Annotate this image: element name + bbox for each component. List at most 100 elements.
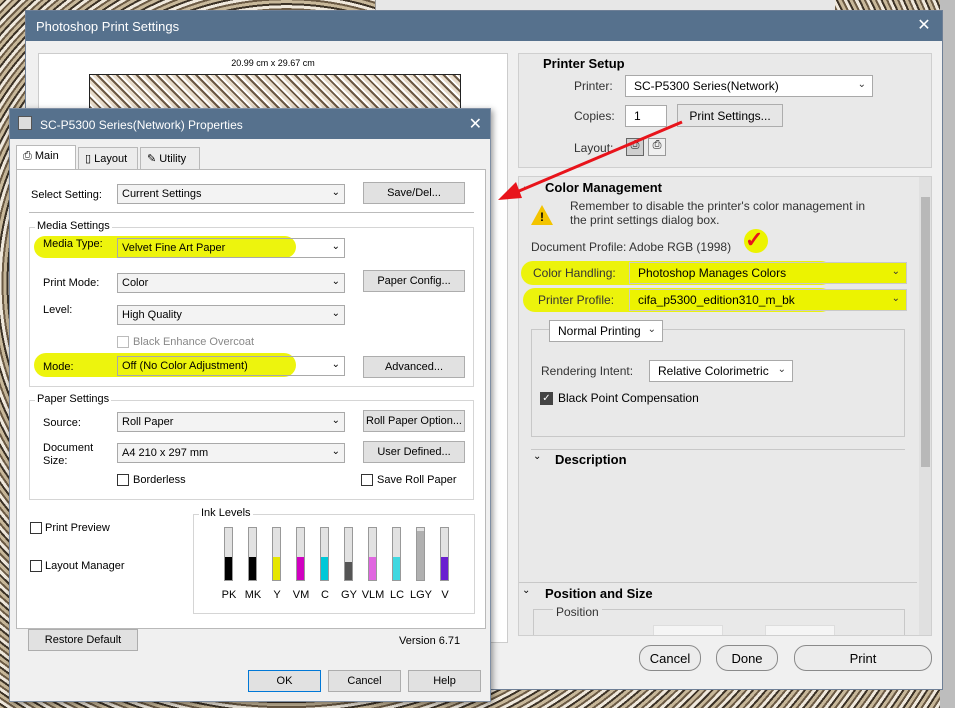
position-label: Position: [553, 605, 602, 619]
ink-fill-vlm: [369, 557, 376, 580]
close-icon[interactable]: ✕: [914, 15, 934, 35]
level-label: Level:: [43, 304, 73, 316]
document-size-value: A4 210 x 297 mm: [122, 447, 209, 459]
chevron-down-icon[interactable]: ⌄: [522, 585, 530, 596]
red-arrow-annotation: [498, 120, 683, 200]
printer-icon: ⎙: [23, 150, 35, 162]
ink-fill-pk: [225, 557, 232, 580]
tab-utility-label: Utility: [159, 153, 187, 165]
print-button[interactable]: Print: [794, 645, 932, 671]
source-value: Roll Paper: [122, 416, 174, 428]
cancel-button[interactable]: Cancel: [328, 670, 401, 692]
position-size-title: Position and Size: [545, 586, 653, 601]
media-type-value: Velvet Fine Art Paper: [122, 242, 226, 254]
ink-fill-mk: [249, 557, 256, 580]
source-label: Source:: [43, 417, 81, 429]
select-setting-select[interactable]: Current Settings ⌄: [117, 184, 345, 204]
rendering-intent-select[interactable]: Relative Colorimetric ⌄: [649, 360, 793, 382]
tab-layout[interactable]: ▯ Layout: [78, 147, 138, 169]
document-label: Document: [43, 442, 94, 454]
printer-select[interactable]: SC-P5300 Series(Network) ⌄: [625, 75, 873, 97]
ok-button[interactable]: OK: [248, 670, 321, 692]
page-icon: ▯: [85, 153, 95, 165]
window-titlebar: Photoshop Print Settings ✕: [26, 11, 942, 41]
position-x-field[interactable]: [653, 625, 723, 635]
ink-label-vm: VM: [292, 589, 310, 601]
user-defined-button[interactable]: User Defined...: [363, 441, 465, 463]
printer-label: Printer:: [574, 79, 613, 93]
ink-label-v: V: [441, 589, 449, 601]
normal-printing-select[interactable]: Normal Printing ⌄: [549, 320, 663, 342]
chevron-down-icon: ⌄: [777, 364, 786, 375]
tab-layout-label: Layout: [94, 153, 128, 165]
dialog-titlebar: SC-P5300 Series(Network) Properties ✕: [10, 109, 490, 139]
black-point-checkbox[interactable]: ✓: [540, 392, 553, 405]
done-button[interactable]: Done: [716, 645, 778, 671]
roll-paper-option-button[interactable]: Roll Paper Option...: [363, 410, 465, 432]
color-handling-label: Color Handling:: [533, 266, 616, 280]
layout-manager-label: Layout Manager: [45, 560, 125, 572]
close-icon[interactable]: ✕: [469, 114, 482, 134]
document-size-select[interactable]: A4 210 x 297 mm ⌄: [117, 443, 345, 463]
wrench-icon: ✎: [147, 153, 160, 165]
divider: [531, 449, 905, 450]
description-title: Description: [555, 452, 627, 467]
chevron-down-icon: ⌄: [331, 276, 340, 287]
ink-bar-gy: [344, 527, 353, 581]
save-roll-paper-checkbox[interactable]: [361, 474, 373, 486]
ink-bar-lc: [392, 527, 401, 581]
dialog-title: SC-P5300 Series(Network) Properties: [40, 118, 243, 132]
mode-label: Mode:: [43, 361, 74, 373]
chevron-down-icon[interactable]: ⌄: [533, 451, 541, 462]
tab-main-label: Main: [34, 150, 59, 162]
ink-label-y: Y: [273, 589, 281, 601]
color-handling-select[interactable]: Photoshop Manages Colors ⌄: [629, 262, 907, 284]
rendering-intent-label: Rendering Intent:: [541, 364, 634, 378]
tab-main[interactable]: ⎙ Main: [16, 145, 76, 170]
epson-properties-dialog: SC-P5300 Series(Network) Properties ✕ ⎙ …: [9, 108, 491, 702]
ink-label-lc: LC: [389, 589, 405, 601]
source-select[interactable]: Roll Paper ⌄: [117, 412, 345, 432]
print-mode-select[interactable]: Color ⌄: [117, 273, 345, 293]
black-point-label: Black Point Compensation: [558, 391, 699, 405]
restore-default-button[interactable]: Restore Default: [28, 629, 138, 651]
ink-bar-c: [320, 527, 329, 581]
save-del-button[interactable]: Save/Del...: [363, 182, 465, 204]
help-button[interactable]: Help: [408, 670, 481, 692]
level-select[interactable]: High Quality ⌄: [117, 305, 345, 325]
media-type-select[interactable]: Velvet Fine Art Paper ⌄: [117, 238, 345, 258]
scrollbar-thumb[interactable]: [921, 197, 930, 467]
ink-bar-v: [440, 527, 449, 581]
paper-settings-label: Paper Settings: [35, 393, 112, 405]
print-preview-checkbox[interactable]: [30, 522, 42, 534]
printer-profile-select[interactable]: cifa_p5300_edition310_m_bk ⌄: [629, 289, 907, 311]
divider: [29, 212, 474, 213]
ink-label-pk: PK: [221, 589, 237, 601]
ink-label-vlm: VLM: [361, 589, 385, 601]
tab-utility[interactable]: ✎ Utility: [140, 147, 200, 169]
media-settings-label: Media Settings: [35, 220, 112, 232]
cancel-button[interactable]: Cancel: [639, 645, 701, 671]
paper-dimensions: 20.99 cm x 29.67 cm: [231, 58, 315, 68]
paper-config-button[interactable]: Paper Config...: [363, 270, 465, 292]
select-setting-value: Current Settings: [122, 188, 202, 200]
black-enhance-checkbox[interactable]: [117, 336, 129, 348]
mode-select[interactable]: Off (No Color Adjustment) ⌄: [117, 356, 345, 376]
print-settings-button[interactable]: Print Settings...: [677, 104, 783, 127]
size-label: Size:: [43, 455, 68, 467]
ink-bar-vm: [296, 527, 305, 581]
warning-icon-mark: !: [540, 210, 544, 224]
borderless-checkbox[interactable]: [117, 474, 129, 486]
advanced-button[interactable]: Advanced...: [363, 356, 465, 378]
ink-label-gy: GY: [341, 589, 357, 601]
ink-bar-mk: [248, 527, 257, 581]
chevron-down-icon: ⌄: [331, 241, 340, 252]
position-y-field[interactable]: [765, 625, 835, 635]
mode-value: Off (No Color Adjustment): [122, 360, 248, 372]
document-profile: Document Profile: Adobe RGB (1998): [531, 240, 732, 254]
select-setting-label: Select Setting:: [31, 189, 102, 201]
ink-label-c: C: [321, 589, 329, 601]
printer-setup-title: Printer Setup: [543, 56, 625, 71]
layout-manager-checkbox[interactable]: [30, 560, 42, 572]
rendering-intent-value: Relative Colorimetric: [658, 364, 769, 378]
